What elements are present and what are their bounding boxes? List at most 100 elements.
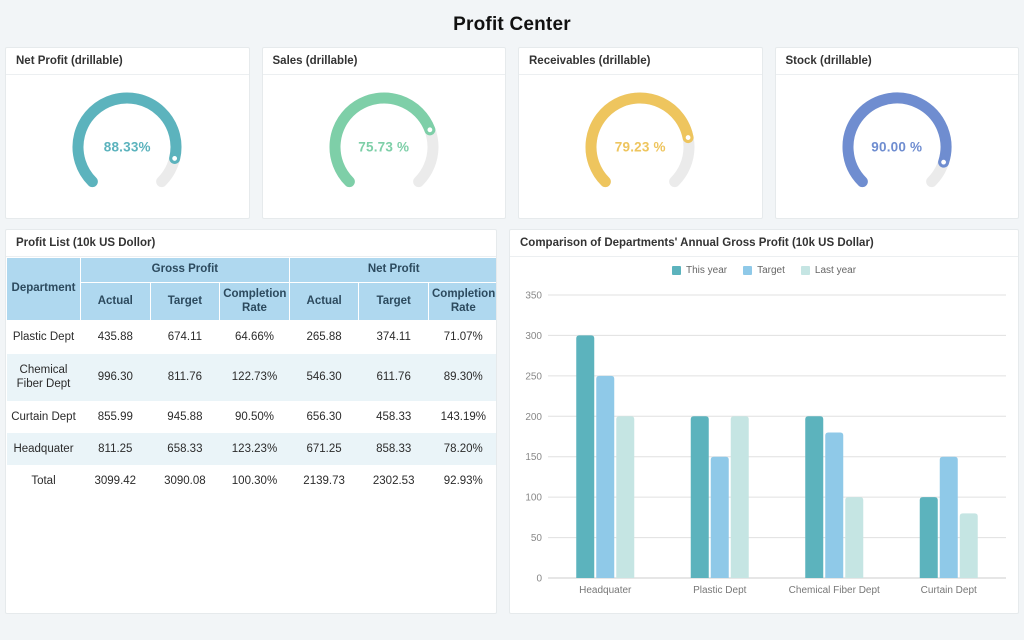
bar <box>576 335 594 578</box>
cell-net-completion-rate: 92.93% <box>428 465 497 497</box>
table-header-row-2: Actual Target Completion Rate Actual Tar… <box>7 282 498 321</box>
table-header-row-1: Department Gross Profit Net Profit <box>7 258 498 283</box>
gauge-body: 75.73 % <box>263 75 506 219</box>
bar <box>825 432 843 578</box>
svg-text:Chemical Fiber Dept: Chemical Fiber Dept <box>789 585 880 596</box>
svg-text:150: 150 <box>525 452 542 463</box>
gauge-value-label: 75.73 % <box>320 140 448 155</box>
gauge-title: Net Profit (drillable) <box>6 48 249 75</box>
svg-text:50: 50 <box>531 533 543 544</box>
svg-text:250: 250 <box>525 371 542 382</box>
table-row[interactable]: Headquater811.25658.33123.23%671.25858.3… <box>7 433 498 465</box>
gauge-card-receivables[interactable]: Receivables (drillable) 79.23 % <box>518 47 763 219</box>
table-row[interactable]: Plastic Dept435.88674.1164.66%265.88374.… <box>7 321 498 354</box>
cell-net-actual: 671.25 <box>289 433 359 465</box>
cell-gross-actual: 811.25 <box>81 433 151 465</box>
gauge-title: Receivables (drillable) <box>519 48 762 75</box>
gauge-stock[interactable]: 90.00 % <box>833 83 961 211</box>
cell-department: Headquater <box>7 433 81 465</box>
bar <box>731 416 749 578</box>
profit-list-card: Profit List (10k US Dollor) Department G… <box>5 229 497 614</box>
cell-gross-target: 674.11 <box>150 321 220 354</box>
table-row[interactable]: Total3099.423090.08100.30%2139.732302.53… <box>7 465 498 497</box>
gauge-value-label: 90.00 % <box>833 140 961 155</box>
cell-net-actual: 546.30 <box>289 354 359 401</box>
bottom-row: Profit List (10k US Dollor) Department G… <box>0 219 1024 614</box>
cell-gross-target: 811.76 <box>150 354 220 401</box>
cell-net-actual: 656.30 <box>289 401 359 433</box>
gauge-row: Net Profit (drillable) 88.33% Sales (dri… <box>0 47 1024 219</box>
cell-gross-completion-rate: 123.23% <box>220 433 290 465</box>
cell-gross-actual: 3099.42 <box>81 465 151 497</box>
chart-plot-area: 0 50 100 150 200 250 300 350 Headquater Plastic D… <box>510 257 1018 612</box>
svg-text:0: 0 <box>536 574 542 585</box>
cell-gross-target: 3090.08 <box>150 465 220 497</box>
bar <box>711 457 729 578</box>
gross-profit-chart-card: Comparison of Departments' Annual Gross … <box>509 229 1019 614</box>
table-row[interactable]: Chemical Fiber Dept996.30811.76122.73%54… <box>7 354 498 401</box>
svg-text:Headquater: Headquater <box>579 585 632 596</box>
svg-text:Plastic Dept: Plastic Dept <box>693 585 747 596</box>
bar <box>691 416 709 578</box>
cell-net-target: 374.11 <box>359 321 429 354</box>
cell-net-completion-rate: 143.19% <box>428 401 497 433</box>
gauge-card-net-profit[interactable]: Net Profit (drillable) 88.33% <box>5 47 250 219</box>
gauge-card-sales[interactable]: Sales (drillable) 75.73 % <box>262 47 507 219</box>
gauge-body: 88.33% <box>6 75 249 219</box>
table-row[interactable]: Curtain Dept855.99945.8890.50%656.30458.… <box>7 401 498 433</box>
dashboard-page: Profit Center Net Profit (drillable) 88.… <box>0 0 1024 640</box>
cell-net-completion-rate: 78.20% <box>428 433 497 465</box>
cell-net-actual: 2139.73 <box>289 465 359 497</box>
cell-gross-target: 658.33 <box>150 433 220 465</box>
bar <box>940 457 958 578</box>
cell-gross-completion-rate: 64.66% <box>220 321 290 354</box>
gauge-net-profit[interactable]: 88.33% <box>63 83 191 211</box>
cell-net-target: 611.76 <box>359 354 429 401</box>
bar <box>805 416 823 578</box>
bar <box>616 416 634 578</box>
gauge-title: Sales (drillable) <box>263 48 506 75</box>
cell-department: Curtain Dept <box>7 401 81 433</box>
gauge-value-label: 88.33% <box>63 140 191 155</box>
cell-gross-actual: 855.99 <box>81 401 151 433</box>
gauge-body: 79.23 % <box>519 75 762 219</box>
cell-net-target: 858.33 <box>359 433 429 465</box>
gauge-value-label: 79.23 % <box>576 140 704 155</box>
bar <box>845 497 863 578</box>
page-title: Profit Center <box>0 0 1024 47</box>
svg-text:100: 100 <box>525 493 542 504</box>
cell-gross-completion-rate: 122.73% <box>220 354 290 401</box>
table-head: Department Gross Profit Net Profit Actua… <box>7 258 498 321</box>
gauge-body: 90.00 % <box>776 75 1019 219</box>
th-department: Department <box>7 258 81 321</box>
cell-department: Total <box>7 465 81 497</box>
table-body: Plastic Dept435.88674.1164.66%265.88374.… <box>7 321 498 498</box>
th-gross-target: Target <box>150 282 220 321</box>
th-net-actual: Actual <box>289 282 359 321</box>
cell-department: Chemical Fiber Dept <box>7 354 81 401</box>
th-gross-profit: Gross Profit <box>81 258 290 283</box>
cell-gross-completion-rate: 90.50% <box>220 401 290 433</box>
gauge-receivables[interactable]: 79.23 % <box>576 83 704 211</box>
chart-title: Comparison of Departments' Annual Gross … <box>510 230 1018 257</box>
gauge-title: Stock (drillable) <box>776 48 1019 75</box>
svg-text:350: 350 <box>525 291 542 302</box>
th-net-target: Target <box>359 282 429 321</box>
cell-net-completion-rate: 89.30% <box>428 354 497 401</box>
cell-net-target: 2302.53 <box>359 465 429 497</box>
cell-net-actual: 265.88 <box>289 321 359 354</box>
cell-gross-target: 945.88 <box>150 401 220 433</box>
cell-gross-completion-rate: 100.30% <box>220 465 290 497</box>
svg-text:200: 200 <box>525 412 542 423</box>
cell-gross-actual: 435.88 <box>81 321 151 354</box>
gauge-sales[interactable]: 75.73 % <box>320 83 448 211</box>
profit-list-title: Profit List (10k US Dollor) <box>6 230 496 257</box>
gauge-card-stock[interactable]: Stock (drillable) 90.00 % <box>775 47 1020 219</box>
th-net-completion-rate: Completion Rate <box>428 282 497 321</box>
svg-text:300: 300 <box>525 331 542 342</box>
svg-text:Curtain Dept: Curtain Dept <box>921 585 977 596</box>
profit-table: Department Gross Profit Net Profit Actua… <box>6 257 497 498</box>
th-gross-actual: Actual <box>81 282 151 321</box>
cell-department: Plastic Dept <box>7 321 81 354</box>
bar <box>596 376 614 578</box>
